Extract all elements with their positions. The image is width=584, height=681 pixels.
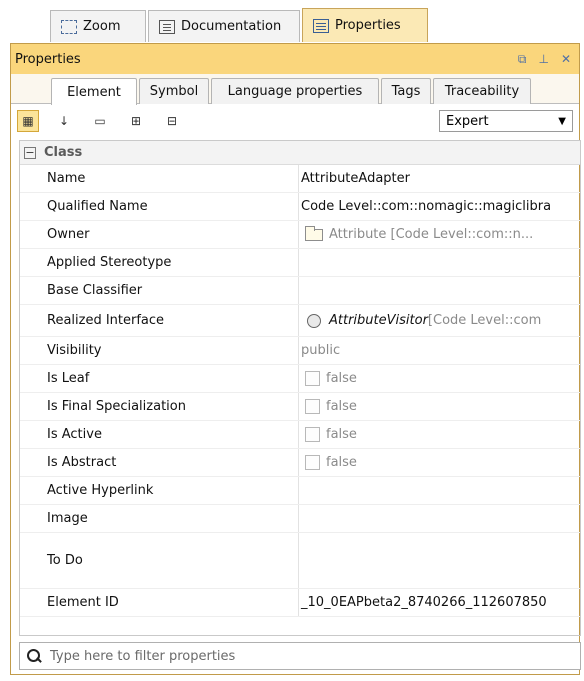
checkbox-label: false bbox=[326, 399, 357, 414]
tab-language-properties[interactable]: Language properties bbox=[211, 78, 379, 104]
expand-all-icon[interactable]: ⊞ bbox=[125, 110, 147, 132]
row-applied-stereotype[interactable]: Applied Stereotype bbox=[20, 249, 580, 277]
view-tabs: Zoom Documentation Properties bbox=[10, 0, 580, 44]
checkbox[interactable] bbox=[305, 427, 320, 442]
tab-properties-label: Properties bbox=[335, 18, 401, 33]
row-is-active[interactable]: Is Active false bbox=[20, 421, 580, 449]
row-key: Base Classifier bbox=[20, 277, 299, 304]
collapse-all-icon[interactable]: ⊟ bbox=[161, 110, 183, 132]
row-value[interactable]: false bbox=[299, 421, 580, 448]
property-grid: − Class Name AttributeAdapter Qualified … bbox=[19, 140, 581, 636]
checkbox[interactable] bbox=[305, 455, 320, 470]
row-key: Image bbox=[20, 505, 299, 532]
close-icon[interactable]: ✕ bbox=[561, 52, 571, 67]
description-area-icon[interactable]: ▭ bbox=[89, 110, 111, 132]
row-value[interactable]: false bbox=[299, 365, 580, 392]
collapse-icon[interactable]: − bbox=[24, 146, 36, 159]
checkbox-label: false bbox=[326, 427, 357, 442]
row-active-hyperlink[interactable]: Active Hyperlink bbox=[20, 477, 580, 505]
tab-traceability[interactable]: Traceability bbox=[433, 78, 531, 104]
row-value[interactable] bbox=[299, 505, 580, 532]
row-value[interactable] bbox=[299, 249, 580, 276]
row-owner[interactable]: Owner Attribute [Code Level::com::n... bbox=[20, 221, 580, 249]
row-key: Name bbox=[20, 165, 299, 192]
checkbox-label: false bbox=[326, 371, 357, 386]
row-image[interactable]: Image bbox=[20, 505, 580, 533]
properties-toolbar: ▦ ↓ ▭ ⊞ ⊟ Expert ▼ bbox=[11, 104, 579, 138]
row-value[interactable]: Code Level::com::nomagic::magiclibra bbox=[299, 193, 580, 220]
panel-header-buttons: ⧉ ⊥ ✕ bbox=[518, 52, 571, 67]
row-key: Owner bbox=[20, 221, 299, 248]
row-key: Is Leaf bbox=[20, 365, 299, 392]
tab-documentation-label: Documentation bbox=[181, 19, 282, 34]
row-key: Realized Interface bbox=[20, 305, 299, 336]
row-key: Applied Stereotype bbox=[20, 249, 299, 276]
row-value[interactable]: Attribute [Code Level::com::n... bbox=[299, 221, 580, 248]
search-icon bbox=[26, 648, 42, 664]
row-is-final-specialization[interactable]: Is Final Specialization false bbox=[20, 393, 580, 421]
tab-documentation[interactable]: Documentation bbox=[148, 10, 300, 42]
property-tabs: Element Symbol Language properties Tags … bbox=[11, 74, 579, 105]
properties-icon bbox=[313, 18, 329, 33]
filter-placeholder: Type here to filter properties bbox=[50, 648, 236, 664]
owner-value: Attribute [Code Level::com::n... bbox=[329, 227, 534, 242]
row-is-leaf[interactable]: Is Leaf false bbox=[20, 365, 580, 393]
row-realized-interface[interactable]: Realized Interface AttributeVisitor [Cod… bbox=[20, 305, 580, 337]
tab-zoom-label: Zoom bbox=[83, 19, 121, 34]
row-key: Qualified Name bbox=[20, 193, 299, 220]
pin-icon[interactable]: ⊥ bbox=[538, 52, 548, 67]
row-qualified-name[interactable]: Qualified Name Code Level::com::nomagic:… bbox=[20, 193, 580, 221]
row-base-classifier[interactable]: Base Classifier bbox=[20, 277, 580, 305]
row-key: Visibility bbox=[20, 337, 299, 364]
row-to-do[interactable]: To Do bbox=[20, 533, 580, 589]
interface-path: [Code Level::com bbox=[427, 313, 542, 328]
row-value[interactable]: AttributeAdapter bbox=[299, 165, 580, 192]
row-key: Element ID bbox=[20, 589, 299, 616]
documentation-icon bbox=[159, 19, 175, 34]
tab-element[interactable]: Element bbox=[51, 78, 137, 105]
properties-panel: Properties ⧉ ⊥ ✕ Element Symbol Language… bbox=[10, 43, 581, 675]
row-key: Active Hyperlink bbox=[20, 477, 299, 504]
package-icon bbox=[305, 225, 323, 241]
row-value[interactable]: _10_0EAPbeta2_8740266_112607850 bbox=[299, 589, 580, 616]
row-value[interactable] bbox=[299, 277, 580, 304]
group-label: Class bbox=[44, 145, 83, 160]
row-key: To Do bbox=[20, 533, 299, 588]
interface-icon bbox=[307, 313, 321, 328]
row-value[interactable] bbox=[299, 477, 580, 504]
float-icon[interactable]: ⧉ bbox=[518, 52, 527, 67]
tab-tags[interactable]: Tags bbox=[381, 78, 431, 104]
mode-select-value: Expert bbox=[446, 113, 489, 129]
tab-symbol[interactable]: Symbol bbox=[139, 78, 209, 104]
row-key: Is Abstract bbox=[20, 449, 299, 476]
panel-title: Properties bbox=[15, 51, 81, 67]
chevron-down-icon: ▼ bbox=[558, 115, 566, 127]
categorized-view-icon[interactable]: ▦ bbox=[17, 110, 39, 132]
row-visibility[interactable]: Visibility public bbox=[20, 337, 580, 365]
filter-input[interactable]: Type here to filter properties bbox=[19, 642, 581, 670]
panel-header: Properties ⧉ ⊥ ✕ bbox=[11, 44, 579, 74]
checkbox[interactable] bbox=[305, 399, 320, 414]
row-key: Is Active bbox=[20, 421, 299, 448]
row-value[interactable]: false bbox=[299, 393, 580, 420]
tab-zoom[interactable]: Zoom bbox=[50, 10, 146, 42]
row-key: Is Final Specialization bbox=[20, 393, 299, 420]
zoom-icon bbox=[61, 19, 77, 34]
checkbox-label: false bbox=[326, 455, 357, 470]
row-value[interactable]: AttributeVisitor [Code Level::com bbox=[299, 305, 580, 336]
row-element-id[interactable]: Element ID _10_0EAPbeta2_8740266_1126078… bbox=[20, 589, 580, 617]
interface-name: AttributeVisitor bbox=[329, 313, 428, 328]
mode-select[interactable]: Expert ▼ bbox=[439, 110, 573, 132]
row-value[interactable]: public bbox=[299, 337, 580, 364]
checkbox[interactable] bbox=[305, 371, 320, 386]
tab-properties[interactable]: Properties bbox=[302, 8, 428, 42]
sort-alphabetically-icon[interactable]: ↓ bbox=[53, 110, 75, 132]
row-is-abstract[interactable]: Is Abstract false bbox=[20, 449, 580, 477]
row-value[interactable] bbox=[299, 533, 580, 588]
group-row-class[interactable]: − Class bbox=[20, 141, 580, 165]
row-name[interactable]: Name AttributeAdapter bbox=[20, 165, 580, 193]
row-value[interactable]: false bbox=[299, 449, 580, 476]
